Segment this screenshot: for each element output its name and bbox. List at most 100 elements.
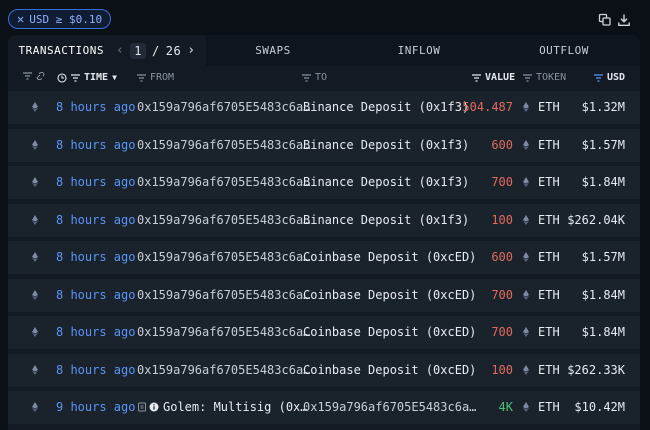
table-row[interactable]: 8 hours ago 0x159a796af6705E5483c6a… Bin… [8,128,640,162]
clock-icon [57,72,67,83]
to-address[interactable]: Coinbase Deposit (0xcED) [303,288,476,302]
to-address[interactable]: Coinbase Deposit (0xcED) [303,325,476,339]
sort-desc-icon[interactable]: ▼ [112,73,117,82]
close-icon[interactable]: ✕ [17,12,24,26]
tab-swaps[interactable]: SWAPS [206,35,340,66]
value-filter-icon[interactable] [472,73,481,82]
tab-transactions[interactable]: TRANSACTIONS ‹ 1 / 26 › [8,35,206,66]
to-address[interactable]: Coinbase Deposit (0xcED) [303,363,476,377]
time-link[interactable]: 8 hours ago [56,250,135,264]
from-address[interactable]: 0x159a796af6705E5483c6a… [137,100,310,114]
token-symbol[interactable]: ETH [538,138,560,152]
link-icon[interactable] [36,72,45,80]
to-address[interactable]: Binance Deposit (0x1f3) [303,138,469,152]
value-amount: 100 [491,362,513,377]
ethereum-chain-icon [32,401,38,412]
header-token-label: TOKEN [536,72,567,83]
from-address[interactable]: 0x159a796af6705E5483c6a… [137,250,310,264]
page-total: 26 [165,43,182,58]
usd-filter-icon[interactable] [594,73,603,82]
header-filters[interactable] [23,72,45,80]
usd-amount: $1.32M [581,100,625,114]
tab-inflow[interactable]: INFLOW [348,35,490,66]
copy-icon[interactable] [598,13,612,27]
from-address[interactable]: 0x159a796af6705E5483c6a… [137,288,310,302]
token-symbol[interactable]: ETH [538,288,560,302]
ethereum-chain-icon [32,364,38,375]
value-amount: 4K [498,400,513,414]
to-address[interactable]: Binance Deposit (0x1f3) [303,213,469,227]
header-from[interactable]: FROM [137,72,174,83]
to-address[interactable]: 0x159a796af6705E5483c6a… [303,400,476,414]
ethereum-chain-icon [32,289,38,300]
token-symbol[interactable]: ETH [538,363,560,377]
header-value[interactable]: VALUE [472,72,515,83]
tab-outflow[interactable]: OUTFLOW [492,35,636,66]
time-link[interactable]: 8 hours ago [56,325,135,339]
header-time[interactable]: TIME ▼ [57,72,117,83]
next-page-icon[interactable]: › [187,43,195,58]
token-symbol[interactable]: ETH [538,175,560,189]
table-row[interactable]: 8 hours ago 0x159a796af6705E5483c6a… Coi… [8,278,640,312]
token-filter-icon[interactable] [523,73,532,82]
table-row[interactable]: 9 hours ago Golem: Multisig (0x… 0x159a7… [8,391,640,424]
time-link[interactable]: 8 hours ago [56,100,135,114]
to-address[interactable]: Binance Deposit (0x1f3) [303,175,469,189]
to-filter-icon[interactable] [302,73,311,82]
table-row[interactable]: 8 hours ago 0x159a796af6705E5483c6a… Bin… [8,166,640,199]
usd-filter-chip[interactable]: ✕ USD ≥ $0.10 [8,9,112,29]
token-symbol[interactable]: ETH [538,250,560,264]
download-icon[interactable] [617,13,631,27]
info-icon[interactable] [149,401,159,412]
from-address[interactable]: 0x159a796af6705E5483c6a… [137,325,310,339]
token-symbol[interactable]: ETH [538,100,560,114]
header-to[interactable]: TO [302,72,327,83]
time-link[interactable]: 8 hours ago [56,288,135,302]
contract-icon [137,401,147,412]
header-token[interactable]: TOKEN [523,72,566,83]
to-address[interactable]: Binance Deposit (0x1f3) [303,100,469,114]
token-symbol[interactable]: ETH [538,325,560,339]
eth-token-icon [523,139,529,150]
to-address[interactable]: Coinbase Deposit (0xcED) [303,250,476,264]
ethereum-chain-icon [32,101,38,112]
from-entity[interactable]: Golem: Multisig (0x… [163,400,308,414]
eth-token-icon [523,251,529,262]
table-row[interactable]: 8 hours ago 0x159a796af6705E5483c6a… Bin… [8,203,640,237]
prev-page-icon[interactable]: ‹ [116,43,124,58]
value-amount: 600 [491,250,513,264]
usd-amount: $1.84M [581,287,625,302]
filter-icon[interactable] [23,72,32,80]
from-address[interactable]: 0x159a796af6705E5483c6a… [137,175,310,189]
from-filter-icon[interactable] [137,73,146,82]
eth-token-icon [523,176,529,187]
eth-token-icon [523,326,529,337]
from-address[interactable]: 0x159a796af6705E5483c6a… [137,138,310,152]
page-current[interactable]: 1 [130,42,147,59]
table-row[interactable]: 8 hours ago 0x159a796af6705E5483c6a… Coi… [8,241,640,274]
table-row[interactable]: 8 hours ago 0x159a796af6705E5483c6a… Coi… [8,316,640,349]
from-address[interactable]: 0x159a796af6705E5483c6a… [137,213,310,227]
ethereum-chain-icon [32,214,38,225]
usd-amount: $1.57M [581,250,625,264]
header-usd[interactable]: USD [594,72,625,83]
usd-amount: $1.57M [581,137,625,152]
token-symbol[interactable]: ETH [538,213,560,227]
ethereum-chain-icon [32,139,38,150]
time-filter-icon[interactable] [71,73,80,82]
from-address[interactable]: 0x159a796af6705E5483c6a… [137,363,310,377]
time-link[interactable]: 8 hours ago [56,363,135,377]
time-link[interactable]: 8 hours ago [56,138,135,152]
time-link[interactable]: 9 hours ago [56,400,135,414]
value-amount: 700 [491,325,513,339]
eth-token-icon [523,401,529,412]
time-link[interactable]: 8 hours ago [56,175,135,189]
value-amount: 700 [491,287,513,302]
ethereum-chain-icon [32,176,38,187]
time-link[interactable]: 8 hours ago [56,213,135,227]
usd-amount: $1.84M [581,175,625,189]
token-symbol[interactable]: ETH [538,400,560,414]
tab-bar: TRANSACTIONS ‹ 1 / 26 › SWAPS INFLOW OUT… [8,35,640,66]
table-row[interactable]: 8 hours ago 0x159a796af6705E5483c6a… Coi… [8,353,640,387]
table-row[interactable]: 8 hours ago 0x159a796af6705E5483c6a… Bin… [8,91,640,124]
